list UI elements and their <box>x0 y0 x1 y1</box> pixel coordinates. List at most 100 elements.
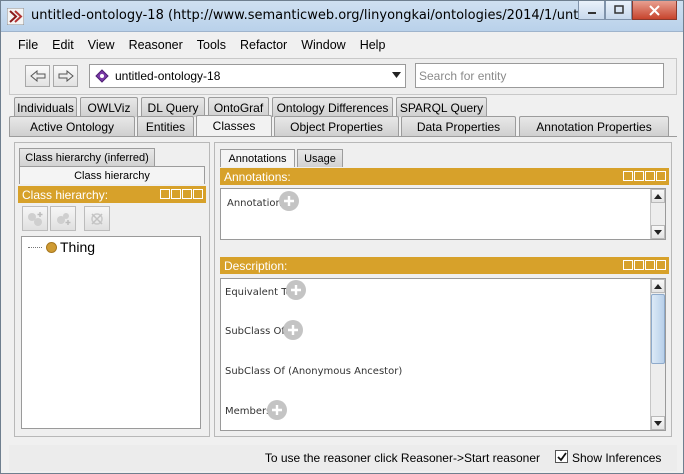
tab-dl-query[interactable]: DL Query <box>141 97 205 117</box>
annotations-title: Annotations: <box>224 169 291 184</box>
class-tree[interactable]: Thing <box>21 236 201 429</box>
arrow-right-icon <box>58 70 74 82</box>
close-icon <box>649 4 660 16</box>
add-superclass-button[interactable] <box>283 320 303 340</box>
minimize-icon <box>587 12 596 14</box>
maximize-icon <box>613 5 624 14</box>
description-scrollbar[interactable] <box>650 279 665 430</box>
search-input[interactable]: Search for entity <box>415 63 664 88</box>
view-close-icon[interactable] <box>656 260 666 270</box>
menu-file[interactable]: File <box>11 38 45 52</box>
class-hierarchy-panel: Class hierarchy (inferred) Class hierarc… <box>14 142 210 437</box>
class-icon <box>46 241 57 253</box>
tab-ontology-differences[interactable]: Ontology Differences <box>272 97 393 117</box>
add-sibling-icon <box>57 212 71 225</box>
tab-ontograf[interactable]: OntoGraf <box>208 97 269 117</box>
protege-logo-icon <box>7 8 24 25</box>
tab-usage[interactable]: Usage <box>297 149 343 167</box>
add-subclass-icon <box>28 211 43 226</box>
menu-tools[interactable]: Tools <box>190 38 233 52</box>
view-split-icon[interactable] <box>623 260 633 270</box>
tab-class-hierarchy[interactable]: Class hierarchy <box>19 166 205 184</box>
tab-entities[interactable]: Entities <box>137 116 194 136</box>
view-close-icon[interactable] <box>193 189 203 199</box>
class-hierarchy-title: Class hierarchy: <box>22 187 109 202</box>
view-close-icon[interactable] <box>656 171 666 181</box>
view-controls <box>160 189 203 199</box>
menu-help[interactable]: Help <box>353 38 393 52</box>
view-controls <box>623 171 666 181</box>
menu-window[interactable]: Window <box>294 38 352 52</box>
back-button[interactable] <box>25 65 50 87</box>
plus-icon <box>291 285 301 295</box>
view-controls <box>623 260 666 270</box>
tab-sparql-query[interactable]: SPARQL Query <box>396 97 487 117</box>
scroll-down-icon[interactable] <box>651 416 665 430</box>
window-title: untitled-ontology-18 (http://www.semanti… <box>31 8 624 23</box>
view-maximize-icon[interactable] <box>645 260 655 270</box>
tree-connector <box>28 246 42 248</box>
add-subclass-button[interactable] <box>22 206 48 231</box>
show-inferences-label: Show Inferences <box>572 451 662 465</box>
title-bar: untitled-ontology-18 (http://www.semanti… <box>1 1 683 32</box>
tab-data-properties[interactable]: Data Properties <box>401 116 516 136</box>
tab-owlviz[interactable]: OWLViz <box>80 97 138 117</box>
delete-icon <box>91 212 103 225</box>
members-label: Members <box>225 406 272 417</box>
plus-icon <box>272 405 282 415</box>
maximize-button[interactable] <box>605 1 632 20</box>
plus-icon <box>288 325 298 335</box>
ontology-selector[interactable]: untitled-ontology-18 <box>89 64 406 88</box>
scroll-down-icon[interactable] <box>651 225 665 239</box>
add-equivalent-button[interactable] <box>286 280 306 300</box>
view-maximize-icon[interactable] <box>645 171 655 181</box>
minimize-button[interactable] <box>578 1 605 20</box>
view-maximize-icon[interactable] <box>182 189 192 199</box>
tab-annotations[interactable]: Annotations <box>220 149 295 167</box>
chevron-down-icon <box>392 72 401 78</box>
tab-strip-divider <box>9 136 677 137</box>
checkmark-icon <box>556 451 567 461</box>
plus-icon <box>284 196 294 206</box>
add-sibling-class-button[interactable] <box>50 206 76 231</box>
view-split-icon[interactable] <box>160 189 170 199</box>
tab-individuals[interactable]: Individuals <box>14 97 77 117</box>
app-window: untitled-ontology-18 (http://www.semanti… <box>0 0 684 474</box>
menu-edit[interactable]: Edit <box>45 38 81 52</box>
window-controls <box>578 1 677 21</box>
tab-classes[interactable]: Classes <box>196 115 272 136</box>
description-list[interactable]: Equivalent To SubClass Of SubClass Of (A… <box>220 278 666 431</box>
show-inferences-checkbox[interactable] <box>555 450 568 463</box>
menu-refactor[interactable]: Refactor <box>233 38 294 52</box>
ontology-icon <box>95 69 109 83</box>
tab-object-properties[interactable]: Object Properties <box>274 116 399 136</box>
description-header: Description: <box>220 257 669 274</box>
view-minimize-icon[interactable] <box>634 260 644 270</box>
annotations-list[interactable]: Annotations <box>220 188 666 240</box>
menu-view[interactable]: View <box>81 38 122 52</box>
class-hierarchy-header: Class hierarchy: <box>18 186 206 203</box>
scroll-up-icon[interactable] <box>651 279 665 293</box>
tab-annotation-properties[interactable]: Annotation Properties <box>519 116 669 136</box>
tree-node-label: Thing <box>60 239 96 255</box>
tab-class-hierarchy-inferred[interactable]: Class hierarchy (inferred) <box>19 148 155 166</box>
description-title: Description: <box>224 258 288 273</box>
view-minimize-icon[interactable] <box>171 189 181 199</box>
ontology-name: untitled-ontology-18 <box>115 69 221 83</box>
subclass-of-label: SubClass Of <box>225 326 285 337</box>
view-minimize-icon[interactable] <box>634 171 644 181</box>
add-annotation-button[interactable] <box>279 191 299 211</box>
scroll-thumb[interactable] <box>651 294 665 364</box>
add-member-button[interactable] <box>267 400 287 420</box>
view-split-icon[interactable] <box>623 171 633 181</box>
close-button[interactable] <box>632 1 677 20</box>
tree-node-thing[interactable]: Thing <box>28 239 95 255</box>
menu-reasoner[interactable]: Reasoner <box>122 38 190 52</box>
class-description-panel: Annotations Usage Annotations: Annotatio… <box>214 142 672 437</box>
scroll-up-icon[interactable] <box>651 189 665 203</box>
equivalent-to-label: Equivalent To <box>225 287 292 298</box>
tab-active-ontology[interactable]: Active Ontology <box>9 116 135 136</box>
annotations-scrollbar[interactable] <box>650 189 665 239</box>
forward-button[interactable] <box>53 65 78 87</box>
delete-class-button[interactable] <box>84 206 110 231</box>
